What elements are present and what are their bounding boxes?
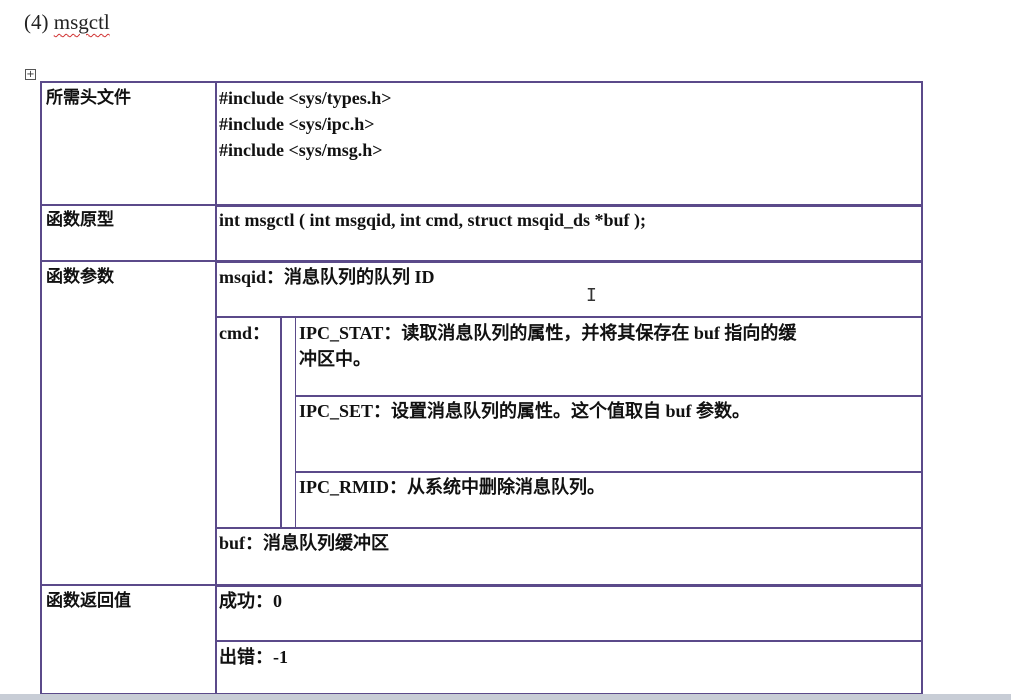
window-bottom-edge bbox=[0, 694, 1011, 700]
function-table bbox=[40, 81, 923, 695]
inner-line-success bbox=[215, 640, 923, 642]
inner-line-msqid bbox=[215, 316, 923, 318]
inner-line bbox=[215, 586, 923, 587]
label-prototype: 函数原型 bbox=[46, 210, 114, 230]
cmd-column-divider-inner bbox=[295, 318, 296, 528]
cmd-column-divider bbox=[280, 316, 282, 528]
label-params: 函数参数 bbox=[46, 267, 114, 287]
cmd-ipc-stat: IPC_STAT：读取消息队列的属性，并将其保存在 buf 指向的缓 bbox=[299, 323, 797, 343]
param-cmd-label: cmd： bbox=[219, 323, 270, 343]
section-heading: (4) msgctl bbox=[24, 10, 110, 35]
return-success: 成功：0 bbox=[219, 591, 282, 611]
prototype-text: int msgctl ( int msgqid, int cmd, struct… bbox=[219, 210, 647, 230]
label-return: 函数返回值 bbox=[46, 591, 131, 611]
include-line: #include <sys/msg.h> bbox=[219, 140, 383, 160]
text-cursor-icon: I bbox=[586, 285, 597, 306]
inner-line-ipc-stat bbox=[295, 395, 923, 397]
cmd-ipc-set: IPC_SET：设置消息队列的属性。这个值取自 buf 参数。 bbox=[299, 401, 751, 421]
table-move-handle-icon[interactable]: + bbox=[25, 69, 36, 80]
param-msqid: msqid：消息队列的队列 ID bbox=[219, 267, 435, 287]
function-name: msgctl bbox=[53, 10, 110, 34]
inner-line bbox=[215, 262, 923, 263]
return-error: 出错：-1 bbox=[219, 647, 288, 667]
section-number: (4) bbox=[24, 10, 49, 34]
inner-line-ipc-set bbox=[295, 471, 923, 473]
cmd-ipc-rmid: IPC_RMID：从系统中删除消息队列。 bbox=[299, 477, 605, 497]
inner-line-cmd bbox=[215, 527, 923, 529]
column-divider bbox=[215, 81, 217, 695]
include-line: #include <sys/types.h> bbox=[219, 88, 392, 108]
include-line: #include <sys/ipc.h> bbox=[219, 114, 375, 134]
label-headers: 所需头文件 bbox=[46, 88, 131, 108]
cmd-ipc-stat-cont: 冲区中。 bbox=[299, 349, 371, 369]
param-buf: buf：消息队列缓冲区 bbox=[219, 533, 390, 553]
